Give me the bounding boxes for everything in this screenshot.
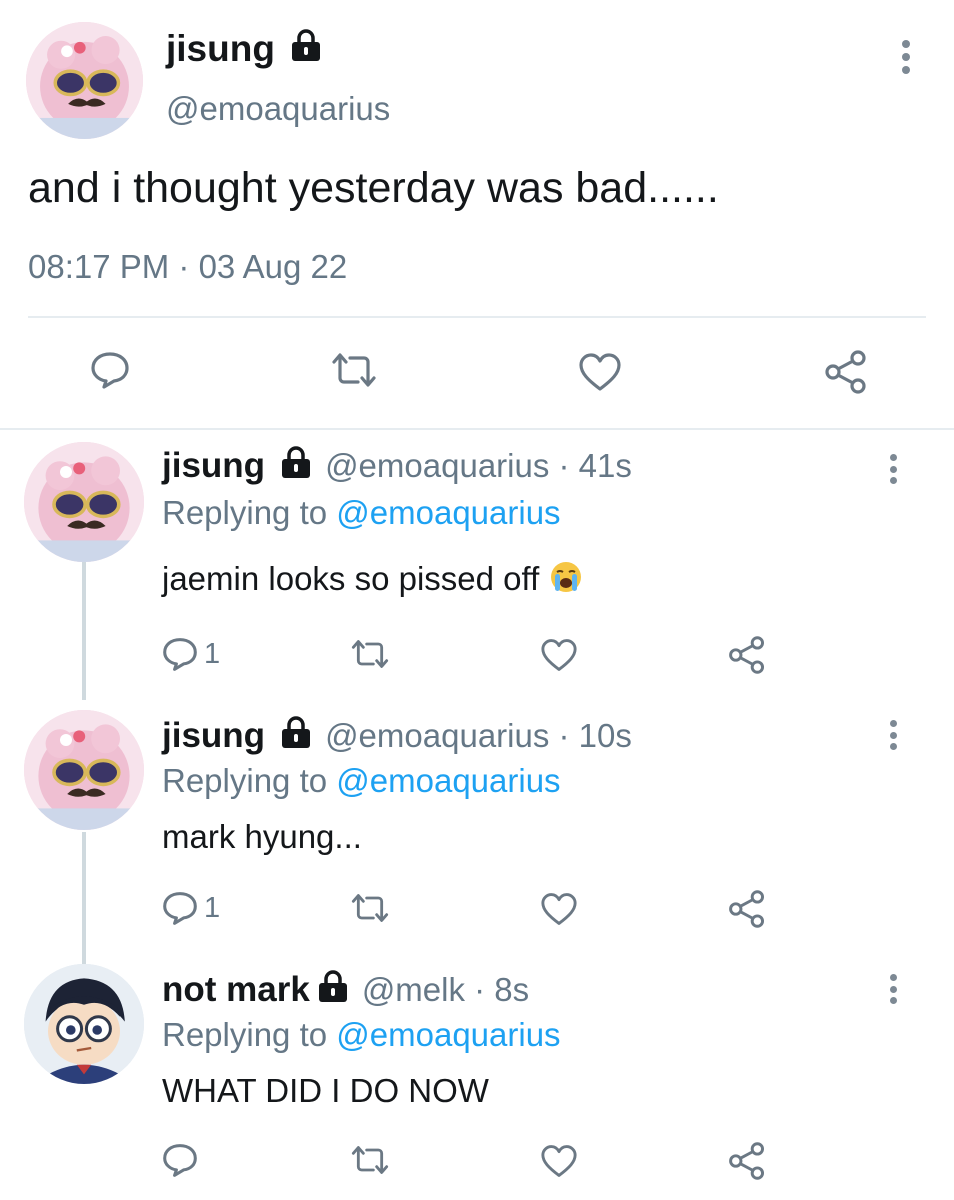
divider (28, 316, 926, 318)
lock-icon (291, 28, 321, 70)
mention-link[interactable]: @emoaquarius (336, 494, 560, 531)
author-name-text: jisung (166, 28, 275, 69)
mention-link[interactable]: @emoaquarius (336, 762, 560, 799)
reply-button[interactable] (162, 1142, 198, 1178)
retweet-icon (332, 353, 376, 387)
lock-icon (281, 446, 311, 486)
like-button[interactable] (540, 892, 578, 926)
author-handle[interactable]: @emoaquarius (166, 90, 390, 128)
replying-to-label: Replying to (162, 1016, 337, 1053)
retweet-icon (351, 1146, 389, 1174)
more-vertical-icon[interactable] (900, 40, 912, 74)
tweet-text: mark hyung... (162, 818, 362, 855)
reply-count: 1 (204, 891, 221, 924)
like-button[interactable] (540, 638, 578, 672)
author-name[interactable]: jisung (162, 446, 265, 486)
lock-icon (281, 716, 311, 756)
avatar-image (26, 22, 143, 139)
reply-button[interactable] (90, 350, 130, 390)
author-handle-time[interactable]: @emoaquarius · 41s (325, 447, 632, 485)
like-button[interactable] (540, 1144, 578, 1178)
speech-bubble-icon (91, 352, 129, 389)
heart-icon (541, 639, 577, 671)
reply-tweet[interactable]: not mark @melk · 8s Replying to @emoaqua… (0, 962, 954, 1200)
tweet-text-content: jaemin looks so pissed off (162, 560, 540, 597)
replying-to-label: Replying to (162, 494, 337, 531)
reply-header: not mark @melk · 8s (162, 970, 529, 1010)
share-button[interactable] (728, 636, 766, 674)
share-icon (825, 350, 866, 394)
author-name[interactable]: jisung (162, 716, 265, 756)
avatar[interactable] (24, 964, 144, 1084)
retweet-button[interactable] (350, 638, 390, 670)
retweet-button[interactable] (350, 892, 390, 924)
main-tweet: jisung @emoaquarius and i thought yester… (0, 0, 954, 430)
replying-to: Replying to @emoaquarius (162, 1016, 561, 1054)
share-icon (729, 636, 765, 674)
replying-to: Replying to @emoaquarius (162, 762, 561, 800)
tweet-text: WHAT DID I DO NOW (162, 1072, 489, 1109)
speech-bubble-icon (163, 638, 197, 671)
avatar-image (24, 964, 144, 1084)
share-button[interactable] (728, 1142, 766, 1180)
heart-icon (541, 1145, 577, 1177)
tweet-timestamp: 08:17 PM · 03 Aug 22 (28, 248, 348, 285)
retweet-icon (351, 894, 389, 922)
reply-button[interactable]: 1 (162, 636, 220, 672)
more-vertical-icon[interactable] (888, 454, 898, 484)
retweet-button[interactable] (330, 352, 378, 388)
reply-header: jisung @emoaquarius · 10s (162, 716, 632, 756)
avatar[interactable] (24, 710, 144, 830)
share-icon (729, 890, 765, 928)
heart-icon (579, 353, 621, 391)
avatar-image (24, 710, 144, 830)
reply-button[interactable]: 1 (162, 890, 220, 926)
avatar-image (24, 442, 144, 562)
tweet-text: and i thought yesterday was bad...... (28, 164, 719, 212)
share-button[interactable] (728, 890, 766, 928)
author-handle-time[interactable]: @melk · 8s (362, 971, 529, 1009)
reply-tweet[interactable]: jisung @emoaquarius · 41s Replying to @e… (0, 430, 954, 700)
speech-bubble-icon (163, 892, 197, 925)
reply-header: jisung @emoaquarius · 41s (162, 446, 632, 486)
tweet-text: jaemin looks so pissed off (162, 560, 583, 602)
like-button[interactable] (578, 352, 622, 392)
mention-link[interactable]: @emoaquarius (336, 1016, 560, 1053)
share-icon (729, 1142, 765, 1180)
replying-to: Replying to @emoaquarius (162, 494, 561, 532)
retweet-button[interactable] (350, 1144, 390, 1176)
reply-tweet[interactable]: jisung @emoaquarius · 10s Replying to @e… (0, 700, 954, 962)
lock-icon (318, 970, 348, 1010)
speech-bubble-icon (163, 1144, 197, 1177)
avatar[interactable] (24, 442, 144, 562)
author-handle-time[interactable]: @emoaquarius · 10s (325, 717, 632, 755)
more-vertical-icon[interactable] (888, 974, 898, 1004)
author-name[interactable]: not mark (162, 970, 310, 1010)
retweet-icon (351, 640, 389, 668)
avatar[interactable] (26, 22, 143, 139)
share-button[interactable] (824, 350, 868, 394)
loudly-crying-face-icon (549, 560, 583, 602)
heart-icon (541, 893, 577, 925)
replying-to-label: Replying to (162, 762, 337, 799)
author-name[interactable]: jisung (166, 28, 321, 70)
more-vertical-icon[interactable] (888, 720, 898, 750)
reply-count: 1 (204, 637, 221, 670)
